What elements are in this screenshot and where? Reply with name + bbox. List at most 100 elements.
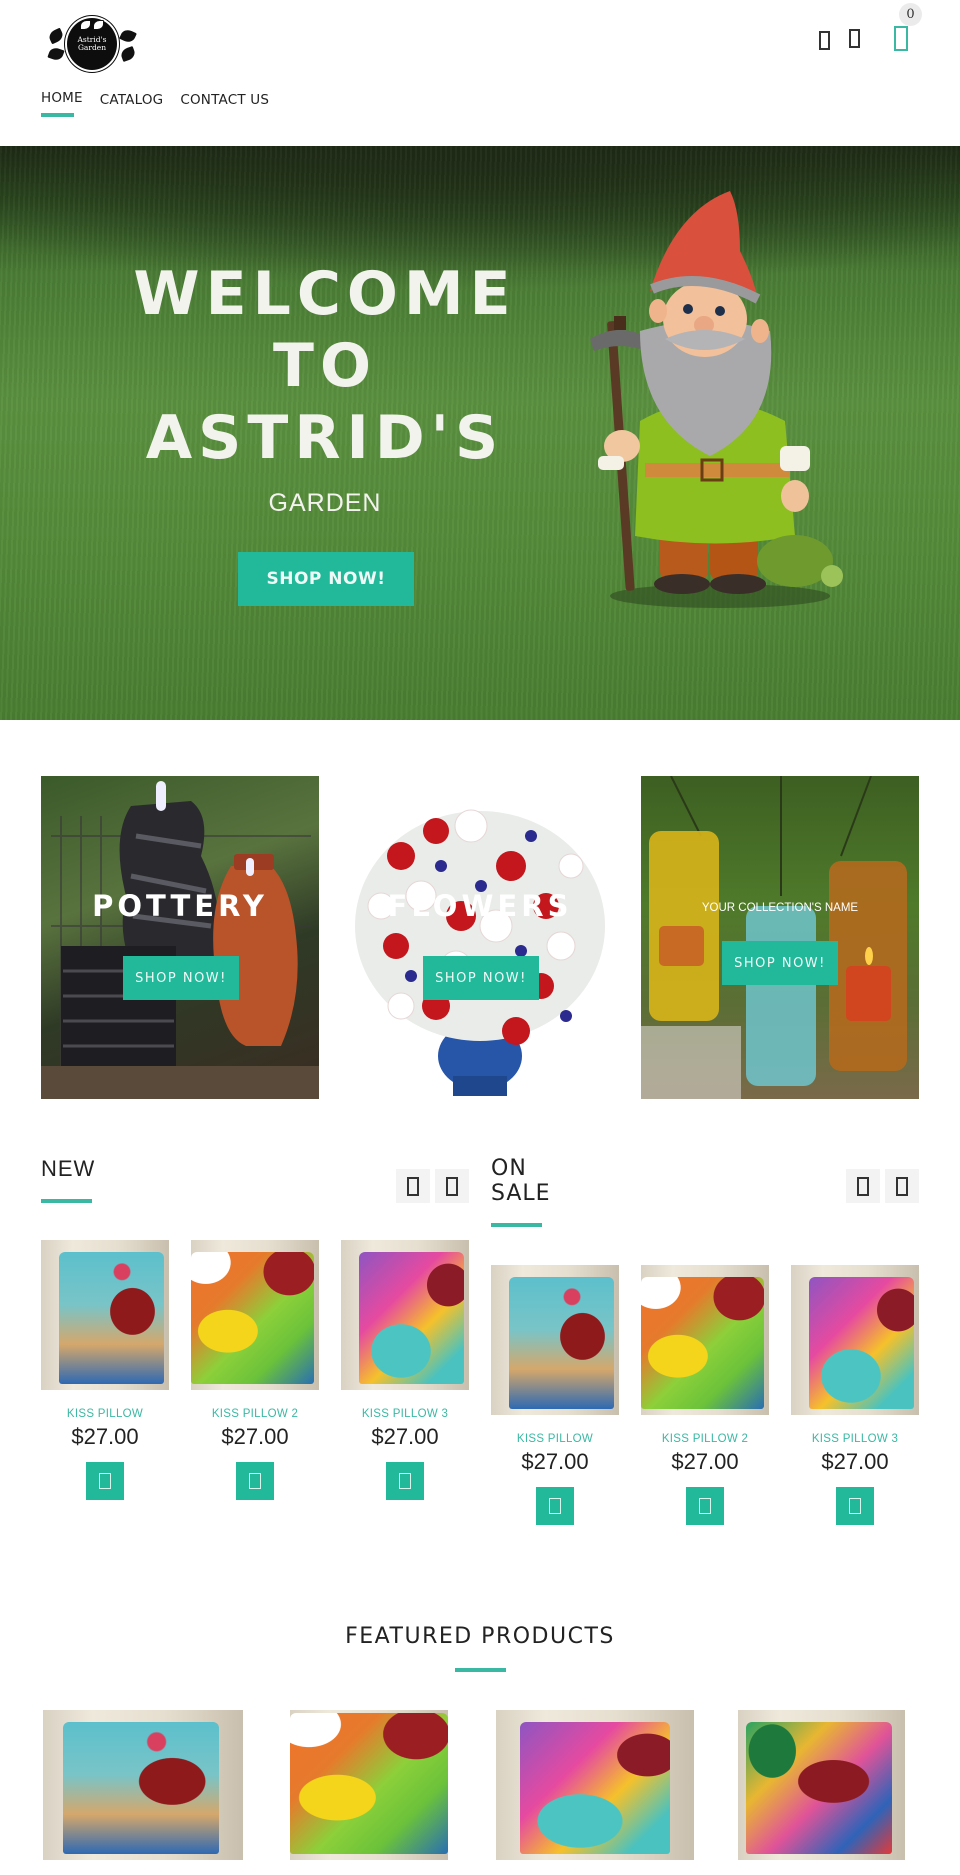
collection-title: FLOWERS [387,889,573,923]
hero-title: WELCOME TO ASTRID'S [110,258,540,474]
collection-title: YOUR COLLECTION'S NAME [701,902,859,914]
collection-shop-now-button[interactable]: SHOP NOW! [123,956,239,1000]
add-to-cart-button[interactable] [536,1487,574,1525]
add-to-cart-button[interactable] [836,1487,874,1525]
section-title-on-sale: ON SALE [491,1156,551,1206]
product-card[interactable]: KISS PILLOW $27.00 [491,1265,619,1525]
product-price: $27.00 [821,1449,889,1474]
logo-text-line2: Garden [77,43,107,52]
cart-icon [249,1473,261,1489]
featured-product-image[interactable] [738,1710,905,1860]
pillow-graphic [519,1722,671,1854]
hero-title-line: WELCOME [133,259,517,329]
hero-shop-now-button[interactable]: SHOP NOW! [238,552,414,606]
featured-product-image[interactable] [43,1710,243,1860]
new-prev-button[interactable] [396,1169,430,1203]
nav-item-contact-us[interactable]: CONTACT US [180,92,269,108]
product-price: $27.00 [371,1424,439,1449]
pillow-graphic [508,1277,614,1409]
pillow-graphic [191,1252,314,1384]
pillow-graphic [58,1252,164,1384]
product-image[interactable] [491,1265,619,1415]
account-icon[interactable] [819,31,830,50]
product-price: $27.00 [71,1424,139,1449]
hero-title-line: TO [273,331,377,401]
cart-icon[interactable] [894,26,908,51]
add-to-cart-button[interactable] [686,1487,724,1525]
on-sale-prev-button[interactable] [846,1169,880,1203]
cart-icon [99,1473,111,1489]
pillow-graphic [808,1277,914,1409]
featured-product-image[interactable] [496,1710,694,1860]
hero-title-line: ASTRID'S [145,403,505,473]
featured-products-title: FEATURED PRODUCTS [345,1624,615,1649]
product-price: $27.00 [221,1424,289,1449]
product-name[interactable]: KISS PILLOW 2 [191,1408,319,1420]
product-image[interactable] [641,1265,769,1415]
product-name[interactable]: KISS PILLOW 3 [791,1433,919,1445]
section-underline [491,1223,542,1227]
section-underline [455,1668,506,1672]
cart-icon [699,1498,711,1514]
search-icon[interactable] [849,29,860,48]
leaf-icon [119,27,137,45]
product-image[interactable] [791,1265,919,1415]
leaf-icon [47,27,65,45]
collection-card-flowers[interactable]: FLOWERS SHOP NOW! [341,776,619,1099]
featured-product-image[interactable] [290,1710,448,1860]
product-price: $27.00 [521,1449,589,1474]
product-price: $27.00 [671,1449,739,1474]
leaf-icon [47,45,65,63]
logo-text: Astrid's Garden [65,36,119,52]
collection-shop-now-button[interactable]: SHOP NOW! [722,941,838,985]
new-next-button[interactable] [435,1169,469,1203]
product-name[interactable]: KISS PILLOW [491,1433,619,1445]
product-card[interactable]: KISS PILLOW 3 $27.00 [791,1265,919,1525]
garden-gnome-image [590,191,843,608]
add-to-cart-button[interactable] [236,1462,274,1500]
site-header: Astrid's Garden 0 HOME CATALOG CONTACT US [0,0,960,146]
pillow-graphic [290,1713,448,1854]
hero-banner: WELCOME TO ASTRID'S GARDEN SHOP NOW! [0,146,960,720]
flowers-image [355,809,605,1096]
product-card[interactable]: KISS PILLOW $27.00 [41,1240,169,1500]
product-name[interactable]: KISS PILLOW 2 [641,1433,769,1445]
cart-icon [399,1473,411,1489]
add-to-cart-button[interactable] [386,1462,424,1500]
section-title-line: ON [491,1156,527,1181]
product-name[interactable]: KISS PILLOW 3 [341,1408,469,1420]
collection-shop-now-button[interactable]: SHOP NOW! [423,956,539,1000]
pillow-graphic [641,1277,764,1409]
cart-count-badge: 0 [899,3,922,26]
pottery-image [41,781,319,1099]
collection-card-candles[interactable]: YOUR COLLECTION'S NAME SHOP NOW! [641,776,919,1099]
section-title-new: NEW [41,1156,96,1181]
pillow-graphic [63,1722,219,1854]
collection-card-pottery[interactable]: POTTERY SHOP NOW! [41,776,319,1099]
chevron-left-icon [407,1177,419,1196]
product-image[interactable] [191,1240,319,1390]
candle-jars-image [641,776,907,1099]
cart-icon [549,1498,561,1514]
product-card[interactable]: KISS PILLOW 3 $27.00 [341,1240,469,1500]
product-image[interactable] [341,1240,469,1390]
on-sale-next-button[interactable] [885,1169,919,1203]
pillow-graphic [746,1722,892,1854]
product-card[interactable]: KISS PILLOW 2 $27.00 [641,1265,769,1525]
add-to-cart-button[interactable] [86,1462,124,1500]
main-nav: HOME CATALOG CONTACT US [41,90,286,117]
collection-title: POTTERY [92,889,268,923]
product-image[interactable] [41,1240,169,1390]
section-underline [41,1199,92,1203]
chevron-left-icon [857,1177,869,1196]
chevron-right-icon [446,1177,458,1196]
nav-item-catalog[interactable]: CATALOG [100,92,164,108]
hero-subtitle: GARDEN [268,489,382,517]
chevron-right-icon [896,1177,908,1196]
site-logo[interactable]: Astrid's Garden [46,14,137,74]
cart-icon [849,1498,861,1514]
pillow-graphic [358,1252,464,1384]
nav-item-home[interactable]: HOME [41,90,83,117]
product-card[interactable]: KISS PILLOW 2 $27.00 [191,1240,319,1500]
product-name[interactable]: KISS PILLOW [41,1408,169,1420]
